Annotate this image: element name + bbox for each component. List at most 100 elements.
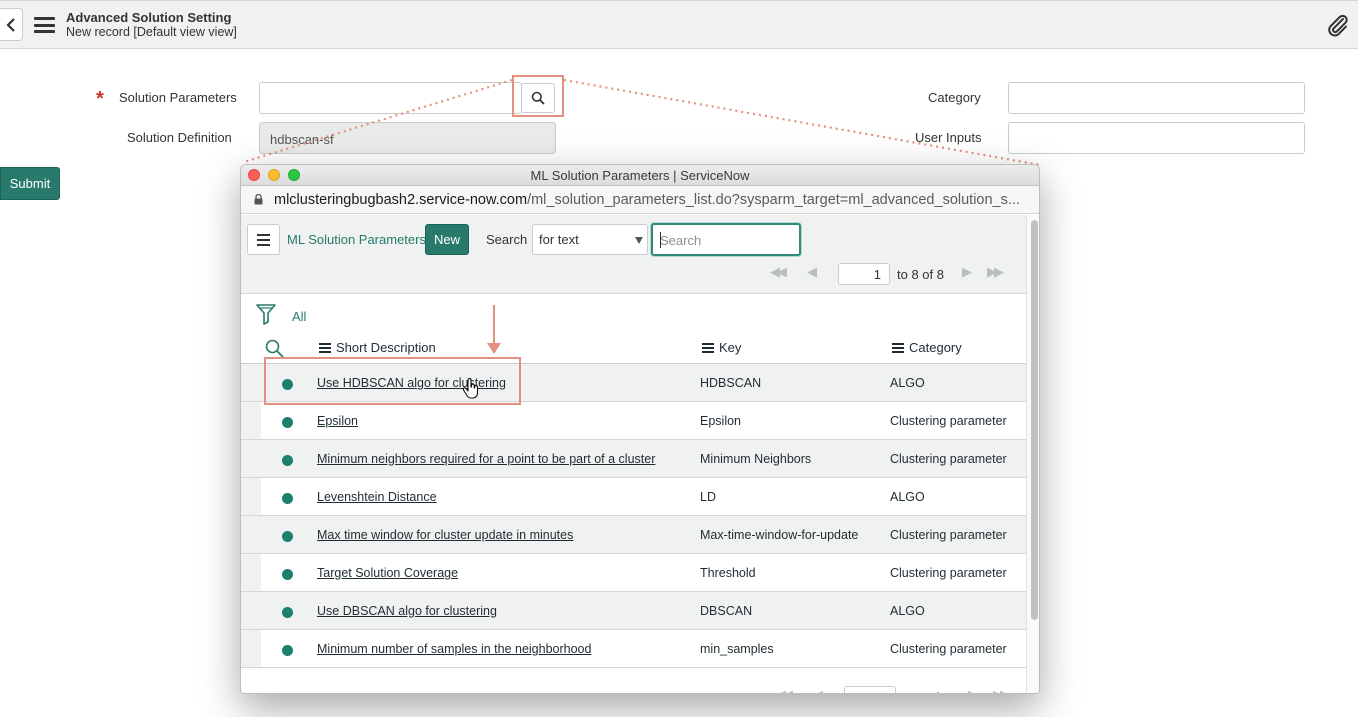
table-row[interactable]: Target Solution Coverage Threshold Clust… [241,554,1026,592]
status-dot-icon [282,569,293,580]
top-pagination: ◀◀ ◀ 1 to 8 of 8 ▶ ▶▶ [241,259,1026,287]
table-row[interactable]: Use DBSCAN algo for clustering DBSCAN AL… [241,592,1026,630]
solution-definition-field: hdbscan-sf [259,122,556,154]
table-row[interactable]: Minimum number of samples in the neighbo… [241,630,1026,668]
search-label: Search [486,232,528,247]
key-cell: Epsilon [700,414,741,428]
key-cell: Max-time-window-for-update [700,528,859,542]
filter-bar: All [241,295,1026,333]
back-button[interactable] [0,8,23,41]
prev-page-icon[interactable]: ◀ [813,687,823,693]
status-dot-icon [282,379,293,390]
list-menu-button[interactable] [247,224,280,255]
prev-page-icon[interactable]: ◀ [807,264,817,280]
column-menu-icon[interactable] [319,342,331,353]
short-description-link[interactable]: Minimum neighbors required for a point t… [317,452,655,466]
page-subtitle: New record [Default view view] [66,25,237,39]
column-menu-icon[interactable] [892,342,904,353]
first-page-icon[interactable]: ◀◀ [776,687,793,693]
status-dot-icon [282,493,293,504]
search-field-select[interactable]: for text [532,224,648,255]
column-header-key[interactable]: Key [702,340,741,355]
annotation-arrow [493,305,495,345]
next-page-icon[interactable]: ▶ [962,264,972,280]
short-description-link[interactable]: Use DBSCAN algo for clustering [317,604,497,618]
column-header-category[interactable]: Category [892,340,962,355]
lock-icon [254,194,263,205]
category-cell: Clustering parameter [890,528,1007,542]
short-description-link[interactable]: Epsilon [317,414,358,428]
last-page-icon[interactable]: ▶▶ [987,264,1004,280]
table-row[interactable]: Use HDBSCAN algo for clustering HDBSCAN … [241,364,1026,402]
hand-cursor-icon [462,378,479,399]
address-bar[interactable]: mlclusteringbugbash2.service-now.com/ml_… [241,186,1039,214]
arrow-down-icon [487,343,501,354]
first-page-icon[interactable]: ◀◀ [770,264,787,280]
page-title: Advanced Solution Setting [66,10,232,25]
page-range: to 8 of 8 [903,690,950,693]
short-description-link[interactable]: Minimum number of samples in the neighbo… [317,642,591,656]
hamburger-icon[interactable] [34,17,55,33]
page-number-input[interactable]: 1 [838,263,890,285]
solution-parameters-field[interactable] [259,82,522,114]
required-indicator: * [96,88,104,110]
table-body: Use HDBSCAN algo for clustering HDBSCAN … [241,364,1026,668]
key-cell: min_samples [700,642,774,656]
category-cell: ALGO [890,490,925,504]
url-path: /ml_solution_parameters_list.do?sysparm_… [527,192,1019,208]
category-cell: Clustering parameter [890,452,1007,466]
lookup-annotation-box [512,75,564,117]
vertical-scrollbar[interactable] [1026,215,1039,693]
category-cell: Clustering parameter [890,414,1007,428]
page-number-input[interactable]: 1 [844,686,896,693]
table-row[interactable]: Max time window for cluster update in mi… [241,516,1026,554]
short-description-link[interactable]: Target Solution Coverage [317,566,458,580]
last-page-icon[interactable]: ▶▶ [993,687,1010,693]
submit-button[interactable]: Submit [0,167,60,200]
category-field[interactable] [1008,82,1305,114]
chevron-left-icon [6,17,15,32]
list-title[interactable]: ML Solution Parameters [287,232,426,247]
list-header: ML Solution Parameters New Search for te… [241,215,1026,294]
window-title: ML Solution Parameters | ServiceNow [530,168,750,183]
url-text: mlclusteringbugbash2.service-now.com/ml_… [274,192,1019,208]
column-label: Key [719,340,742,355]
status-dot-icon [282,607,293,618]
caret-down-icon [635,237,643,244]
paperclip-icon[interactable] [1326,14,1350,38]
key-cell: DBSCAN [700,604,753,618]
short-description-link[interactable]: Levenshtein Distance [317,490,437,504]
column-label: Category [909,340,962,355]
search-field-option: for text [539,232,579,247]
short-description-link[interactable]: Max time window for cluster update in mi… [317,528,573,542]
key-cell: Threshold [700,566,756,580]
search-icon[interactable] [265,339,284,358]
filter-icon[interactable] [256,303,276,325]
status-dot-icon [282,531,293,542]
user-inputs-field[interactable] [1008,122,1305,154]
table-header: Short Description Key Category [241,333,1026,364]
bottom-pagination: ◀◀ ◀ 1 to 8 of 8 ▶ ▶▶ [241,670,1026,693]
window-titlebar: ML Solution Parameters | ServiceNow [241,165,1039,186]
lookup-popup-window: ML Solution Parameters | ServiceNow mlcl… [240,164,1040,694]
form-header: Advanced Solution Setting New record [De… [0,0,1358,49]
solution-definition-label: Solution Definition [127,130,232,145]
category-label: Category [928,90,981,105]
url-host: mlclusteringbugbash2.service-now.com [274,192,528,208]
column-header-short-description[interactable]: Short Description [319,340,436,355]
table-row[interactable]: Minimum neighbors required for a point t… [241,440,1026,478]
key-cell: LD [700,490,716,504]
key-cell: HDBSCAN [700,376,762,390]
next-page-icon[interactable]: ▶ [968,687,978,693]
category-cell: Clustering parameter [890,566,1007,580]
column-menu-icon[interactable] [702,342,714,353]
table-row[interactable]: Levenshtein Distance LD ALGO [241,478,1026,516]
filter-breadcrumb-all[interactable]: All [292,309,306,324]
category-cell: ALGO [890,376,925,390]
bottom-pagination-controls: ◀◀ ◀ 1 to 8 of 8 ▶ ▶▶ [247,682,1026,693]
new-button[interactable]: New [425,224,469,255]
list-search-input[interactable]: Search [651,223,801,256]
table-row[interactable]: Epsilon Epsilon Clustering parameter [241,402,1026,440]
page-range: to 8 of 8 [897,267,944,282]
scrollbar-thumb[interactable] [1031,220,1038,620]
